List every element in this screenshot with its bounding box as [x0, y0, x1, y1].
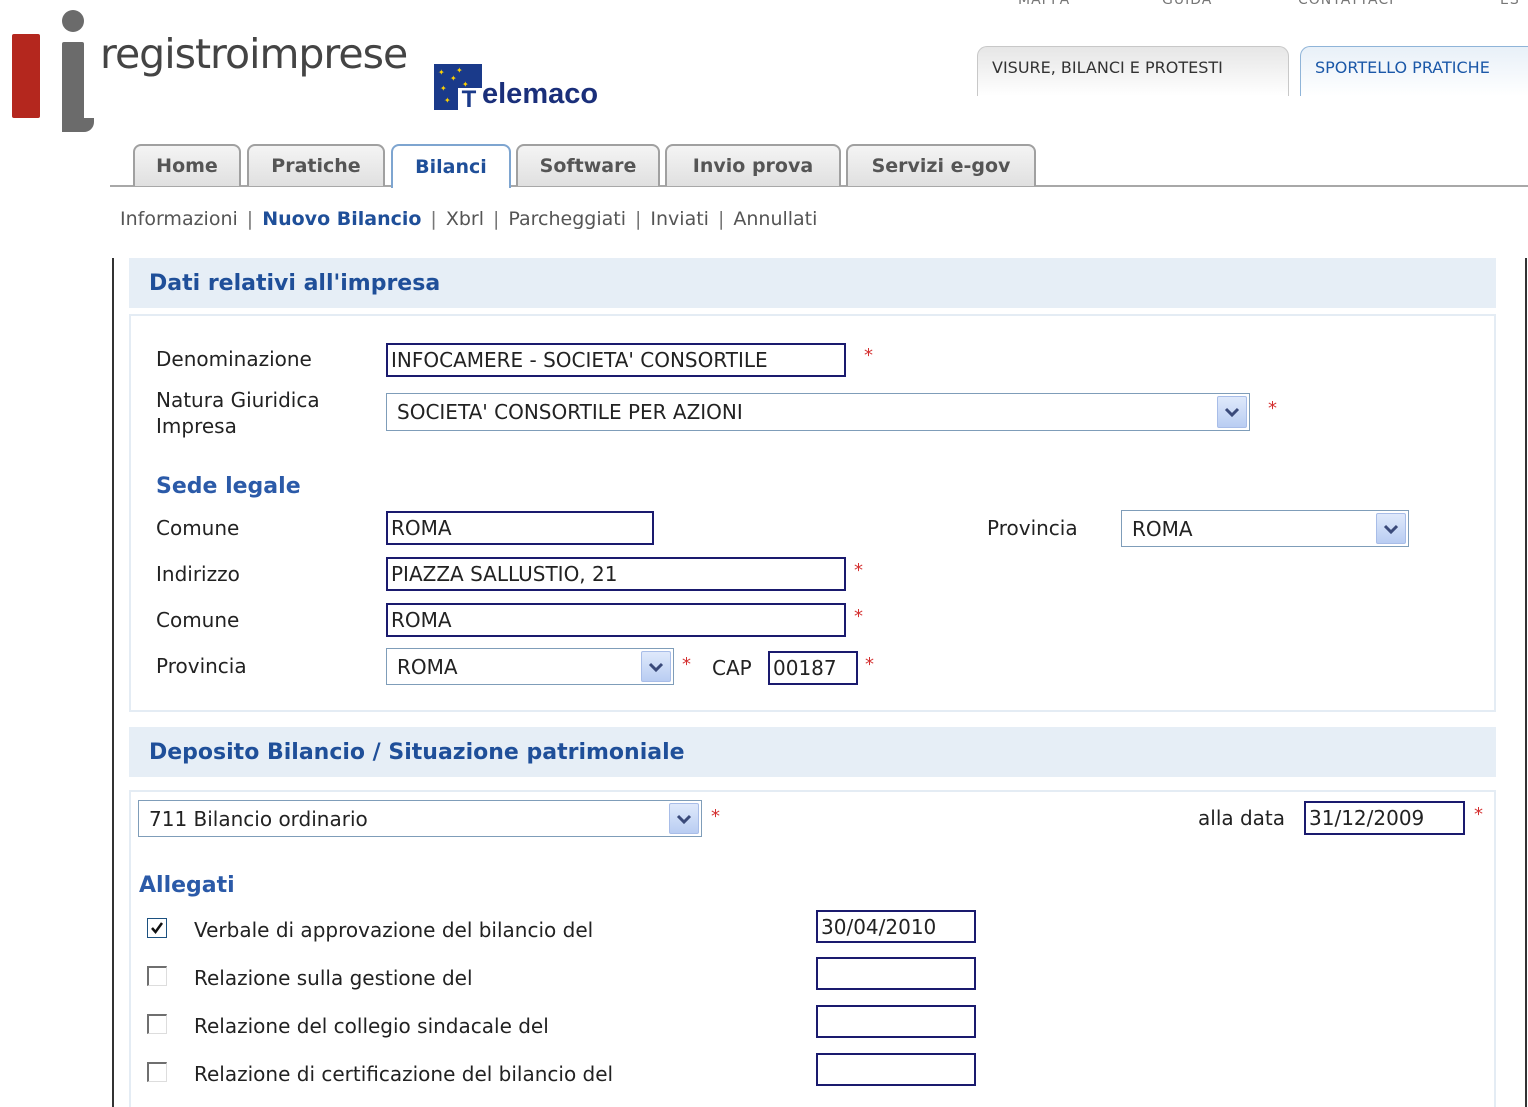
- subnav-inviati[interactable]: Inviati: [650, 208, 709, 230]
- checkbox-relazione-gestione[interactable]: [147, 966, 167, 986]
- required-marker: *: [711, 806, 720, 827]
- provincia-select[interactable]: ROMA: [1121, 510, 1409, 547]
- required-marker: *: [1268, 398, 1277, 419]
- top-link-contattaci[interactable]: CONTATTACI: [1298, 0, 1394, 8]
- comune-sede-label: Comune: [156, 608, 240, 632]
- tab-invio-prova[interactable]: Invio prova: [665, 144, 841, 186]
- top-link-mappa[interactable]: MAPPA: [1018, 0, 1070, 8]
- tipo-bilancio-select[interactable]: 711 Bilancio ordinario: [138, 800, 702, 837]
- required-marker: *: [682, 654, 691, 675]
- subnav-annullati[interactable]: Annullati: [733, 208, 817, 230]
- logo-grey-foot: [62, 118, 94, 132]
- tab-servizi-egov[interactable]: Servizi e-gov: [846, 144, 1036, 186]
- tab-pratiche[interactable]: Pratiche: [247, 144, 385, 186]
- chevron-down-icon[interactable]: [669, 803, 699, 834]
- comune-label: Comune: [156, 516, 240, 540]
- logo-dot: [62, 10, 84, 32]
- cap-label: CAP: [712, 656, 752, 680]
- brand-name[interactable]: registroimprese: [100, 30, 408, 78]
- tipo-bilancio-value: 711 Bilancio ordinario: [149, 806, 368, 831]
- allegato-label-verbale: Verbale di approvazione del bilancio del: [194, 918, 594, 942]
- chevron-down-icon[interactable]: [641, 651, 671, 682]
- sede-legale-title: Sede legale: [156, 474, 301, 499]
- provincia-sede-label: Provincia: [156, 654, 247, 678]
- section-body-deposito: [129, 790, 1496, 1107]
- date-input-relazione-gestione[interactable]: [816, 957, 976, 990]
- indirizzo-input[interactable]: PIAZZA SALLUSTIO, 21: [386, 557, 846, 591]
- tab-visure-bilanci-protesti[interactable]: VISURE, BILANCI E PROTESTI: [977, 46, 1289, 96]
- telemaco-logo-icon: ✦ ✦ ✦ ✦ ✦ ✦ T: [434, 64, 482, 113]
- sub-navigation: Informazioni | Nuovo Bilancio | Xbrl | Parcheg…: [120, 208, 818, 230]
- natura-giuridica-select[interactable]: SOCIETA' CONSORTILE PER AZIONI: [386, 393, 1250, 431]
- denominazione-label: Denominazione: [156, 347, 312, 371]
- tab-home[interactable]: Home: [133, 144, 241, 186]
- date-input-verbale[interactable]: 30/04/2010: [816, 910, 976, 943]
- chevron-down-icon[interactable]: [1217, 396, 1247, 428]
- subnav-nuovo-bilancio[interactable]: Nuovo Bilancio: [262, 208, 421, 230]
- comune-input[interactable]: ROMA: [386, 511, 654, 545]
- logo-red-bar: [12, 34, 40, 118]
- provincia-sede-select[interactable]: ROMA: [386, 648, 674, 685]
- natura-giuridica-value: SOCIETA' CONSORTILE PER AZIONI: [397, 400, 743, 424]
- subnav-parcheggiati[interactable]: Parcheggiati: [508, 208, 626, 230]
- required-marker: *: [854, 560, 863, 581]
- data-bilancio-input[interactable]: 31/12/2009: [1304, 801, 1465, 835]
- natura-giuridica-label-2: Impresa: [156, 414, 237, 438]
- tab-bilanci[interactable]: Bilanci: [391, 144, 511, 188]
- top-links: MAPPA GUIDA CONTATTACI ES: [980, 0, 1528, 14]
- denominazione-input[interactable]: INFOCAMERE - SOCIETA' CONSORTILE: [386, 343, 846, 377]
- subnav-informazioni[interactable]: Informazioni: [120, 208, 238, 230]
- provincia-sede-value: ROMA: [397, 654, 458, 679]
- indirizzo-label: Indirizzo: [156, 562, 240, 586]
- product-name: elemaco: [482, 78, 599, 110]
- date-input-certificazione[interactable]: [816, 1053, 976, 1086]
- top-link-guida[interactable]: GUIDA: [1162, 0, 1212, 8]
- required-marker: *: [865, 654, 874, 675]
- section-title-deposito: Deposito Bilancio / Situazione patrimoni…: [129, 727, 1496, 777]
- allegato-label-collegio-sindacale: Relazione del collegio sindacale del: [194, 1014, 549, 1038]
- telemaco-initial: T: [461, 86, 477, 113]
- alla-data-label: alla data: [1198, 806, 1286, 830]
- date-input-collegio-sindacale[interactable]: [816, 1005, 976, 1038]
- comune-sede-input[interactable]: ROMA: [386, 603, 846, 637]
- provincia-label: Provincia: [987, 516, 1078, 540]
- panel-border-right: [1525, 258, 1527, 1107]
- required-marker: *: [864, 345, 873, 366]
- allegati-title: Allegati: [139, 873, 235, 898]
- top-link-es[interactable]: ES: [1500, 0, 1520, 8]
- tab-software[interactable]: Software: [516, 144, 660, 186]
- required-marker: *: [1474, 804, 1483, 825]
- checkbox-certificazione[interactable]: [147, 1062, 167, 1082]
- checkbox-collegio-sindacale[interactable]: [147, 1014, 167, 1034]
- allegato-label-relazione-gestione: Relazione sulla gestione del: [194, 966, 473, 990]
- checkmark-icon: [151, 922, 164, 935]
- cap-input[interactable]: 00187: [768, 651, 858, 685]
- provincia-value: ROMA: [1132, 516, 1193, 541]
- chevron-down-icon[interactable]: [1376, 513, 1406, 544]
- allegato-label-certificazione: Relazione di certificazione del bilancio…: [194, 1062, 614, 1086]
- subnav-xbrl[interactable]: Xbrl: [446, 208, 484, 230]
- panel-border-left: [112, 258, 114, 1107]
- required-marker: *: [854, 606, 863, 627]
- checkbox-verbale[interactable]: [147, 918, 167, 938]
- natura-giuridica-label: Natura Giuridica: [156, 388, 320, 412]
- tab-sportello-pratiche[interactable]: SPORTELLO PRATICHE: [1300, 46, 1528, 96]
- section-title-impresa: Dati relativi all'impresa: [129, 258, 1496, 308]
